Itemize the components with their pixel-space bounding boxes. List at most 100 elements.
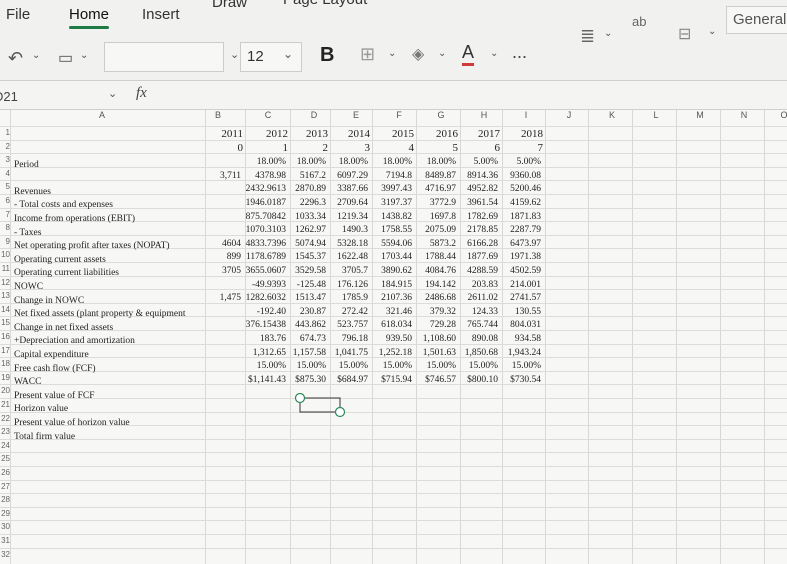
table-cell[interactable]: 15.00% (452, 361, 498, 371)
table-cell[interactable]: 1758.55 (366, 225, 412, 235)
table-cell[interactable]: 1,252.18 (366, 348, 412, 358)
table-cell[interactable]: 1877.69 (452, 252, 498, 262)
table-cell[interactable]: 899 (195, 252, 241, 262)
name-box[interactable]: D21 (0, 89, 18, 104)
row-header[interactable]: 18 (0, 359, 10, 368)
table-cell[interactable]: 18.00% (280, 157, 326, 167)
table-cell[interactable]: 3997.43 (366, 184, 412, 194)
table-cell[interactable]: 1033.34 (280, 212, 326, 222)
fill-color-icon[interactable]: ◈ (412, 44, 424, 64)
font-size-dropdown[interactable]: 12 ⌄ (240, 42, 302, 72)
table-cell[interactable]: 2075.09 (410, 225, 456, 235)
table-cell[interactable]: 1,501.63 (410, 348, 456, 358)
row-header[interactable]: 12 (0, 278, 10, 287)
table-cell[interactable]: 729.28 (410, 320, 456, 330)
table-cell[interactable]: 2178.85 (452, 225, 498, 235)
table-cell[interactable]: 5873.2 (410, 239, 456, 249)
table-cell[interactable]: 5328.18 (322, 239, 368, 249)
resize-handle[interactable] (294, 393, 306, 404)
chevron-down-icon[interactable]: ⌄ (708, 26, 716, 37)
table-cell[interactable]: 3705 (195, 266, 241, 276)
table-cell[interactable]: 1622.48 (322, 252, 368, 262)
table-cell[interactable]: 804.031 (495, 320, 541, 330)
tab-file[interactable]: File (6, 6, 30, 23)
table-cell[interactable]: 1438.82 (366, 212, 412, 222)
fx-label[interactable]: fx (136, 85, 147, 102)
table-cell[interactable]: 3705.7 (322, 266, 368, 276)
row-header[interactable]: 6 (0, 196, 10, 205)
table-cell[interactable]: 523.757 (322, 320, 368, 330)
table-cell[interactable]: 674.73 (280, 334, 326, 344)
table-cell[interactable]: 1971.38 (495, 252, 541, 262)
column-header-c[interactable]: C (262, 110, 274, 126)
tab-insert[interactable]: Insert (142, 6, 180, 23)
table-cell[interactable]: $875.30 (280, 375, 326, 385)
row-header[interactable]: 16 (0, 332, 10, 341)
table-cell[interactable]: 214.001 (495, 280, 541, 290)
row-header[interactable]: 14 (0, 305, 10, 314)
table-cell[interactable]: 5167.2 (280, 171, 326, 181)
column-header-h[interactable]: H (478, 110, 490, 126)
column-header-f[interactable]: F (393, 110, 405, 126)
table-cell[interactable]: 1871.83 (495, 212, 541, 222)
more-button[interactable]: ... (512, 42, 527, 63)
table-cell[interactable]: 1,157.58 (280, 348, 326, 358)
row-header[interactable]: 1 (0, 128, 10, 137)
row-header[interactable]: 22 (0, 414, 10, 423)
table-cell[interactable]: 1,850.68 (452, 348, 498, 358)
table-cell[interactable]: 2709.64 (322, 198, 368, 208)
table-cell[interactable]: 1513.47 (280, 293, 326, 303)
table-cell[interactable]: 2296.3 (280, 198, 326, 208)
borders-icon[interactable]: ⊞ (360, 44, 375, 65)
row-header[interactable]: 24 (0, 441, 10, 450)
row-header[interactable]: 13 (0, 291, 10, 300)
font-name-dropdown[interactable] (104, 42, 224, 72)
table-cell[interactable]: 3890.62 (366, 266, 412, 276)
column-header-d[interactable]: D (308, 110, 320, 126)
table-cell[interactable]: 176.126 (322, 280, 368, 290)
table-cell[interactable]: 2107.36 (366, 293, 412, 303)
table-cell[interactable]: 5074.94 (280, 239, 326, 249)
table-cell[interactable]: 1490.3 (322, 225, 368, 235)
table-cell[interactable]: 18.00% (322, 157, 368, 167)
tab-draw[interactable]: Draw (212, 0, 247, 11)
table-cell[interactable]: 4604 (195, 239, 241, 249)
row-header[interactable]: 4 (0, 169, 10, 178)
chevron-down-icon[interactable]: ⌄ (604, 28, 612, 39)
row-header[interactable]: 11 (0, 264, 10, 273)
column-header-b[interactable]: B (212, 110, 224, 126)
column-header-m[interactable]: M (694, 110, 706, 126)
row-header[interactable]: 17 (0, 346, 10, 355)
table-cell[interactable]: 203.83 (452, 280, 498, 290)
table-cell[interactable]: $746.57 (410, 375, 456, 385)
row-header[interactable]: 5 (0, 182, 10, 191)
number-format-dropdown[interactable]: General (726, 6, 787, 34)
table-cell[interactable]: 4084.76 (410, 266, 456, 276)
table-cell[interactable]: 230.87 (280, 307, 326, 317)
table-cell[interactable]: 2611.02 (452, 293, 498, 303)
table-cell[interactable]: 1782.69 (452, 212, 498, 222)
table-cell[interactable]: 4716.97 (410, 184, 456, 194)
table-cell[interactable]: 1545.37 (280, 252, 326, 262)
table-cell[interactable]: 15.00% (495, 361, 541, 371)
merge-icon[interactable]: ⊟ (678, 24, 691, 44)
column-header-n[interactable]: N (738, 110, 750, 126)
table-cell[interactable]: 2287.79 (495, 225, 541, 235)
chevron-down-icon[interactable]: ⌄ (230, 48, 239, 61)
chevron-down-icon[interactable]: ⌄ (32, 50, 40, 61)
table-cell[interactable]: 184.915 (366, 280, 412, 290)
row-header[interactable]: 30 (0, 522, 10, 531)
table-cell[interactable]: 6473.97 (495, 239, 541, 249)
table-cell[interactable]: 130.55 (495, 307, 541, 317)
chevron-down-icon[interactable]: ⌄ (438, 48, 446, 59)
column-header-l[interactable]: L (650, 110, 662, 126)
table-cell[interactable]: 765.744 (452, 320, 498, 330)
table-cell[interactable]: 15.00% (366, 361, 412, 371)
table-cell[interactable]: $715.94 (366, 375, 412, 385)
row-header[interactable]: 26 (0, 468, 10, 477)
table-cell[interactable]: 1785.9 (322, 293, 368, 303)
table-cell[interactable]: 939.50 (366, 334, 412, 344)
table-cell[interactable]: 8914.36 (452, 171, 498, 181)
table-cell[interactable]: 6097.29 (322, 171, 368, 181)
table-cell[interactable]: 2741.57 (495, 293, 541, 303)
